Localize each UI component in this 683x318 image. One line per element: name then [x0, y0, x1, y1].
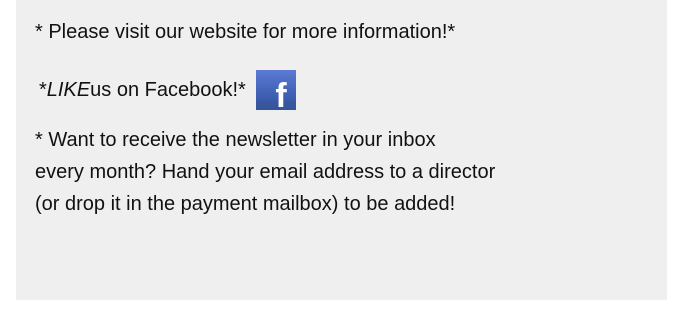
info-panel: * Please visit our website for more info… — [16, 0, 667, 300]
facebook-icon[interactable]: f — [255, 70, 296, 115]
facebook-prefix: * — [39, 78, 47, 101]
newsletter-inbox-notice: * Want to receive the newsletter in your… — [35, 124, 655, 220]
inbox-line-3: (or drop it in the payment mailbox) to b… — [35, 193, 456, 215]
facebook-like-text: LIKE — [46, 78, 91, 101]
facebook-icon-letter: f — [275, 77, 287, 110]
inbox-line-2: every month? Hand your email address to … — [35, 161, 496, 183]
facebook-notice: * LIKE us on Facebook!* f — [39, 70, 296, 115]
facebook-suffix: us on Facebook!* — [90, 78, 246, 101]
inbox-line-1: * Want to receive the newsletter in your… — [35, 129, 436, 151]
website-notice: * Please visit our website for more info… — [35, 21, 456, 43]
